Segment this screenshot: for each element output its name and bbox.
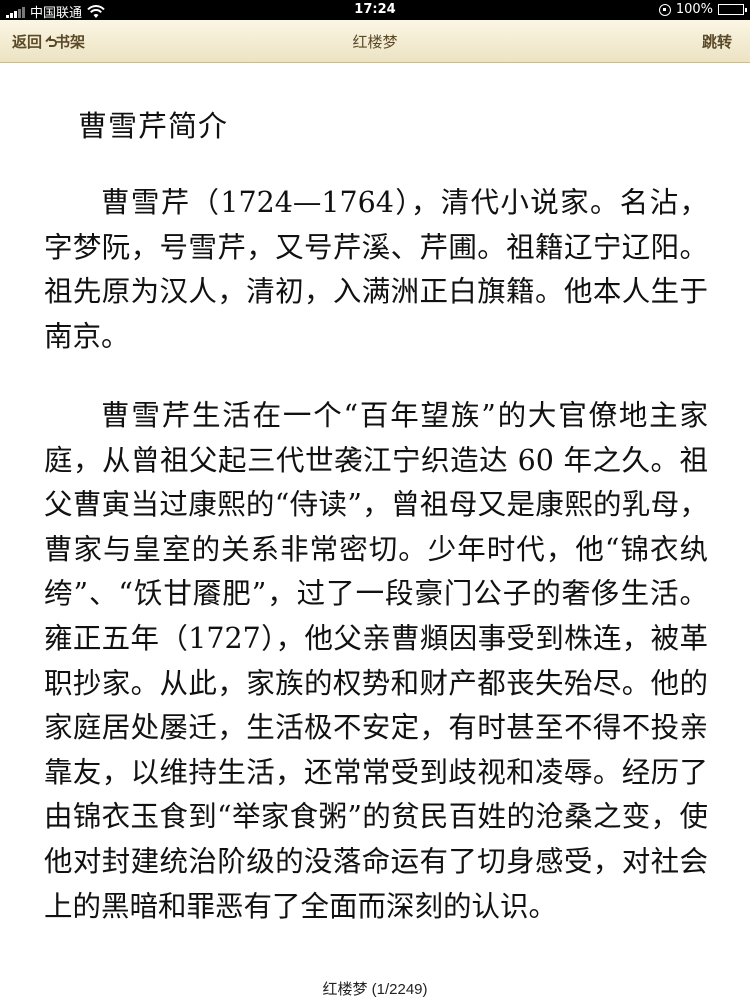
- paragraph-1: 曹雪芹（1724—1764），清代小说家。名沾，字梦阮，号雪芹，又号芹溪、芹圃。…: [44, 186, 708, 353]
- chapter-heading: 曹雪芹简介: [78, 109, 229, 143]
- paragraph-2: 曹雪芹生活在一个“百年望族”的大官僚地主家庭，从曾祖父起三代世袭江宁织造达 60…: [44, 399, 708, 923]
- rotation-lock-icon: [658, 3, 671, 16]
- status-bar: 中国联通 17:24 100%: [0, 0, 750, 21]
- reading-page[interactable]: 曹雪芹简介 曹雪芹（1724—1764），清代小说家。名沾，字梦阮，号雪芹，又号…: [0, 63, 750, 973]
- status-right: 100%: [658, 2, 747, 17]
- battery-icon: [718, 4, 747, 15]
- page-indicator: 红楼梦 (1/2249): [322, 981, 428, 998]
- battery-percent: 100%: [675, 2, 713, 17]
- reader-toolbar: 返回 书架 红楼梦 跳转: [0, 20, 750, 63]
- status-clock: 17:24: [354, 2, 396, 17]
- book-title: 红楼梦: [352, 33, 398, 51]
- jump-button[interactable]: 跳转: [702, 31, 732, 52]
